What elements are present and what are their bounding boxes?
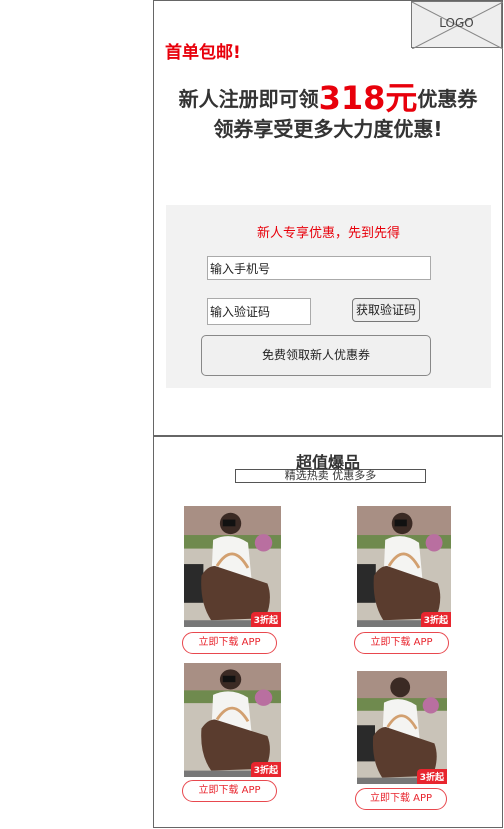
handbag-photo-icon[interactable]: 3折起	[357, 671, 447, 784]
signup-form: 新人专享优惠，先到先得 获取验证码 免费领取新人优惠券	[166, 205, 491, 388]
subheadline: 领券享受更多大力度优惠!	[213, 117, 443, 141]
logo-text: LOGO	[439, 16, 474, 30]
discount-badge: 3折起	[416, 769, 447, 784]
verification-code-input[interactable]	[207, 298, 311, 325]
download-app-button[interactable]: 立即下载 APP	[182, 780, 277, 802]
claim-coupon-button[interactable]: 免费领取新人优惠券	[201, 335, 431, 376]
form-title: 新人专享优惠，先到先得	[256, 226, 400, 241]
download-app-button[interactable]: 立即下载 APP	[182, 632, 277, 654]
section-subtitle: 精选热卖 优惠多多	[235, 469, 426, 483]
phone-input[interactable]	[207, 256, 431, 280]
headline-prefix: 新人注册即可领	[178, 87, 319, 111]
discount-badge: 3折起	[420, 612, 451, 627]
headline-suffix: 优惠券	[417, 87, 478, 111]
logo-placeholder: LOGO	[411, 1, 503, 49]
discount-badge: 3折起	[250, 612, 281, 627]
promo-panel: LOGO 首单包邮! 新人注册即可领318元优惠券 领券享受更多大力度优惠! 新…	[153, 0, 503, 436]
handbag-photo-icon[interactable]: 3折起	[184, 663, 281, 777]
free-shipping-text: 首单包邮!	[165, 43, 241, 63]
coupon-amount: 318元	[318, 79, 418, 117]
handbag-photo-icon[interactable]: 3折起	[184, 506, 281, 627]
download-app-button[interactable]: 立即下载 APP	[354, 632, 449, 654]
download-app-button[interactable]: 立即下载 APP	[355, 788, 447, 810]
handbag-photo-icon[interactable]: 3折起	[357, 506, 451, 627]
products-panel: 超值爆品 精选热卖 优惠多多 3折起 立即下载 APP 3折起 立即下载 APP…	[153, 436, 503, 828]
get-code-button[interactable]: 获取验证码	[352, 298, 420, 322]
discount-badge: 3折起	[250, 762, 281, 777]
